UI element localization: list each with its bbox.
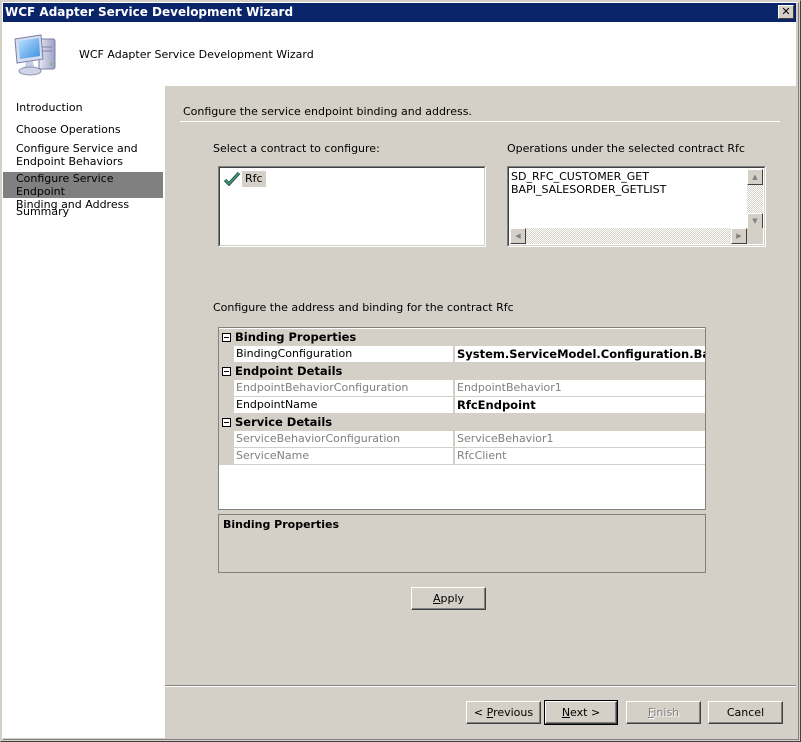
wizard-header: WCF Adapter Service Development Wizard (3, 22, 796, 86)
scroll-up-button[interactable]: ▲ (747, 169, 763, 185)
collapse-icon[interactable] (222, 367, 231, 376)
next-mnemonic: N (561, 706, 571, 719)
wizard-steps-sidebar: Introduction Choose Operations Configure… (3, 86, 165, 738)
category-service-details[interactable]: Service Details (219, 414, 705, 431)
apply-label-rest: pply (440, 592, 465, 605)
operation-item[interactable]: BAPI_SALESORDER_GETLIST (511, 183, 666, 196)
property-value[interactable]: RfcEndpoint (455, 397, 705, 414)
operations-list[interactable]: SD_RFC_CUSTOMER_GET BAPI_SALESORDER_GETL… (507, 166, 766, 247)
sidebar-item-label: Choose Operations (16, 123, 121, 136)
wizard-page-content: Configure the service endpoint binding a… (165, 86, 796, 686)
property-description-panel: Binding Properties (218, 514, 706, 573)
collapse-icon[interactable] (222, 418, 231, 427)
finish-button[interactable]: Finish (626, 701, 701, 724)
scroll-right-button[interactable]: ▶ (731, 228, 747, 244)
property-grid[interactable]: Binding Properties BindingConfiguration … (218, 327, 706, 510)
operation-item[interactable]: SD_RFC_CUSTOMER_GET (511, 170, 666, 183)
window-title: WCF Adapter Service Development Wizard (5, 5, 294, 19)
checkmark-icon (224, 172, 240, 186)
next-label-rest: ext > (570, 706, 601, 719)
property-value[interactable]: System.ServiceModel.Configuration.BasicH… (455, 346, 705, 363)
sidebar-item-configure-binding[interactable]: Configure Service Endpoint Binding and A… (3, 172, 163, 211)
cancel-button[interactable]: Cancel (708, 701, 783, 724)
finish-label-rest: inish (653, 706, 680, 719)
property-row-binding-configuration[interactable]: BindingConfiguration System.ServiceModel… (219, 346, 705, 363)
apply-button[interactable]: Apply (411, 587, 486, 610)
page-title: Configure the service endpoint binding a… (183, 105, 472, 118)
sidebar-item-choose-operations[interactable]: Choose Operations (3, 123, 163, 136)
sidebar-item-configure-behaviors[interactable]: Configure Service and Endpoint Behaviors (3, 142, 163, 168)
category-label: Binding Properties (235, 330, 357, 344)
address-binding-label: Configure the address and binding for th… (213, 301, 514, 314)
category-endpoint-details[interactable]: Endpoint Details (219, 363, 705, 380)
property-value: ServiceBehavior1 (455, 431, 705, 448)
contract-list-label: Select a contract to configure: (213, 142, 380, 155)
horizontal-scrollbar[interactable]: ◀ ▶ (510, 228, 747, 244)
scroll-left-button[interactable]: ◀ (510, 228, 526, 244)
previous-button[interactable]: < Previous (466, 701, 541, 724)
footer-separator (165, 685, 796, 687)
sidebar-item-summary[interactable]: Summary (3, 205, 163, 218)
sidebar-item-introduction[interactable]: Introduction (3, 101, 163, 114)
sidebar-item-label-line1: Configure Service Endpoint (16, 172, 114, 198)
next-button[interactable]: Next > (544, 700, 618, 725)
collapse-icon[interactable] (222, 333, 231, 342)
title-bar[interactable]: WCF Adapter Service Development Wizard ✕ (3, 3, 796, 22)
property-name: BindingConfiguration (234, 346, 454, 363)
sidebar-item-label-line1: Configure Service and (16, 142, 138, 155)
property-row-service-name[interactable]: ServiceName RfcClient (219, 448, 705, 465)
property-name: ServiceBehaviorConfiguration (234, 431, 454, 448)
property-name: EndpointName (234, 397, 454, 414)
arrow-right-icon: ▶ (736, 232, 742, 240)
vertical-scrollbar[interactable]: ▲ ▼ (747, 169, 763, 229)
close-button[interactable]: ✕ (778, 5, 794, 19)
sidebar-item-label: Summary (16, 205, 70, 218)
property-value: EndpointBehavior1 (455, 380, 705, 397)
description-title: Binding Properties (223, 518, 340, 531)
computer-icon (14, 34, 56, 76)
property-value: RfcClient (455, 448, 705, 465)
operations-label: Operations under the selected contract R… (507, 142, 745, 155)
contract-list[interactable]: Rfc (218, 166, 486, 247)
apply-mnemonic: A (432, 592, 441, 605)
property-row-service-behavior-configuration[interactable]: ServiceBehaviorConfiguration ServiceBeha… (219, 431, 705, 448)
arrow-down-icon: ▼ (752, 217, 758, 225)
category-label: Service Details (235, 415, 333, 429)
property-row-endpoint-name[interactable]: EndpointName RfcEndpoint (219, 397, 705, 414)
cancel-label: Cancel (726, 706, 765, 719)
arrow-up-icon: ▲ (752, 173, 758, 181)
contract-item-rfc[interactable]: Rfc (224, 171, 266, 187)
property-row-endpoint-behavior-configuration[interactable]: EndpointBehaviorConfiguration EndpointBe… (219, 380, 705, 397)
property-name: EndpointBehaviorConfiguration (234, 380, 454, 397)
category-binding-properties[interactable]: Binding Properties (219, 329, 705, 346)
property-name: ServiceName (234, 448, 454, 465)
close-icon: ✕ (781, 5, 791, 18)
contract-name: Rfc (242, 171, 266, 187)
sidebar-item-label: Introduction (16, 101, 83, 114)
scroll-corner (747, 228, 763, 244)
previous-prefix: < (473, 706, 487, 719)
header-title: WCF Adapter Service Development Wizard (79, 48, 314, 61)
previous-label-rest: revious (493, 706, 534, 719)
scroll-down-button[interactable]: ▼ (747, 213, 763, 229)
operations-items: SD_RFC_CUSTOMER_GET BAPI_SALESORDER_GETL… (511, 170, 666, 196)
sidebar-item-label-line2: Endpoint Behaviors (16, 155, 124, 168)
title-separator (180, 121, 780, 122)
arrow-left-icon: ◀ (515, 232, 521, 240)
category-label: Endpoint Details (235, 364, 343, 378)
